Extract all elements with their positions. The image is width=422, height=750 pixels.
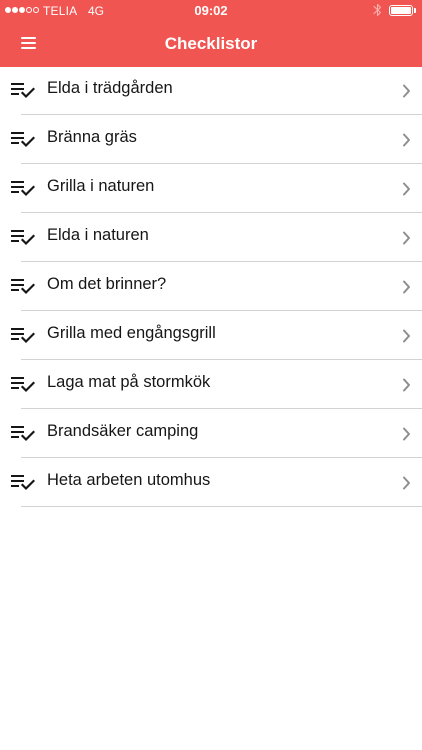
checklist-icon — [11, 279, 35, 295]
checklist-item-label: Grilla med engångsgrill — [47, 324, 216, 342]
checklist-item-label: Om det brinner? — [47, 275, 167, 293]
checklist-icon — [11, 328, 35, 344]
checklist-item-3[interactable]: Grilla i naturen — [0, 164, 422, 213]
checklist-list: Elda i trädgården Bränna gräs Grilla i n… — [0, 66, 422, 507]
checklist-icon — [11, 83, 35, 99]
status-bar: TELIA 4G 09:02 — [0, 0, 422, 22]
navigation-bar: Checklistor — [0, 22, 422, 67]
battery-level — [391, 7, 411, 14]
chevron-right-icon — [403, 280, 410, 294]
checklist-item-2[interactable]: Bränna gräs — [0, 115, 422, 164]
chevron-right-icon — [403, 476, 410, 490]
checklist-item-label: Elda i trädgården — [47, 79, 173, 97]
chevron-right-icon — [403, 84, 410, 98]
checklist-item-7[interactable]: Laga mat på stormkök — [0, 360, 422, 409]
checklist-icon — [11, 230, 35, 246]
checklist-item-label: Bränna gräs — [47, 128, 137, 146]
checklist-item-8[interactable]: Brandsäker camping — [0, 409, 422, 458]
checklist-item-1[interactable]: Elda i trädgården — [0, 66, 422, 115]
checklist-icon — [11, 181, 35, 197]
chevron-right-icon — [403, 133, 410, 147]
checklist-icon — [11, 132, 35, 148]
checklist-item-4[interactable]: Elda i naturen — [0, 213, 422, 262]
checklist-item-label: Laga mat på stormkök — [47, 373, 211, 391]
battery-tip — [414, 8, 416, 13]
checklist-item-label: Heta arbeten utomhus — [47, 471, 211, 489]
page-title: Checklistor — [164, 34, 258, 53]
checklist-icon — [11, 426, 35, 442]
battery-icon — [389, 5, 413, 16]
bluetooth-icon — [373, 3, 382, 17]
checklist-icon — [11, 377, 35, 393]
checklist-item-9[interactable]: Heta arbeten utomhus — [0, 458, 422, 507]
checklist-item-5[interactable]: Om det brinner? — [0, 262, 422, 311]
chevron-right-icon — [403, 329, 410, 343]
status-clock: 09:02 — [194, 3, 228, 18]
chevron-right-icon — [403, 378, 410, 392]
checklist-item-label: Grilla i naturen — [47, 177, 155, 195]
checklist-item-6[interactable]: Grilla med engångsgrill — [0, 311, 422, 360]
chevron-right-icon — [403, 182, 410, 196]
checklist-icon — [11, 475, 35, 491]
chevron-right-icon — [403, 427, 410, 441]
app-header: TELIA 4G 09:02 Checklistor — [0, 0, 422, 67]
checklist-item-label: Elda i naturen — [47, 226, 149, 244]
chevron-right-icon — [403, 231, 410, 245]
checklist-item-label: Brandsäker camping — [47, 422, 199, 440]
